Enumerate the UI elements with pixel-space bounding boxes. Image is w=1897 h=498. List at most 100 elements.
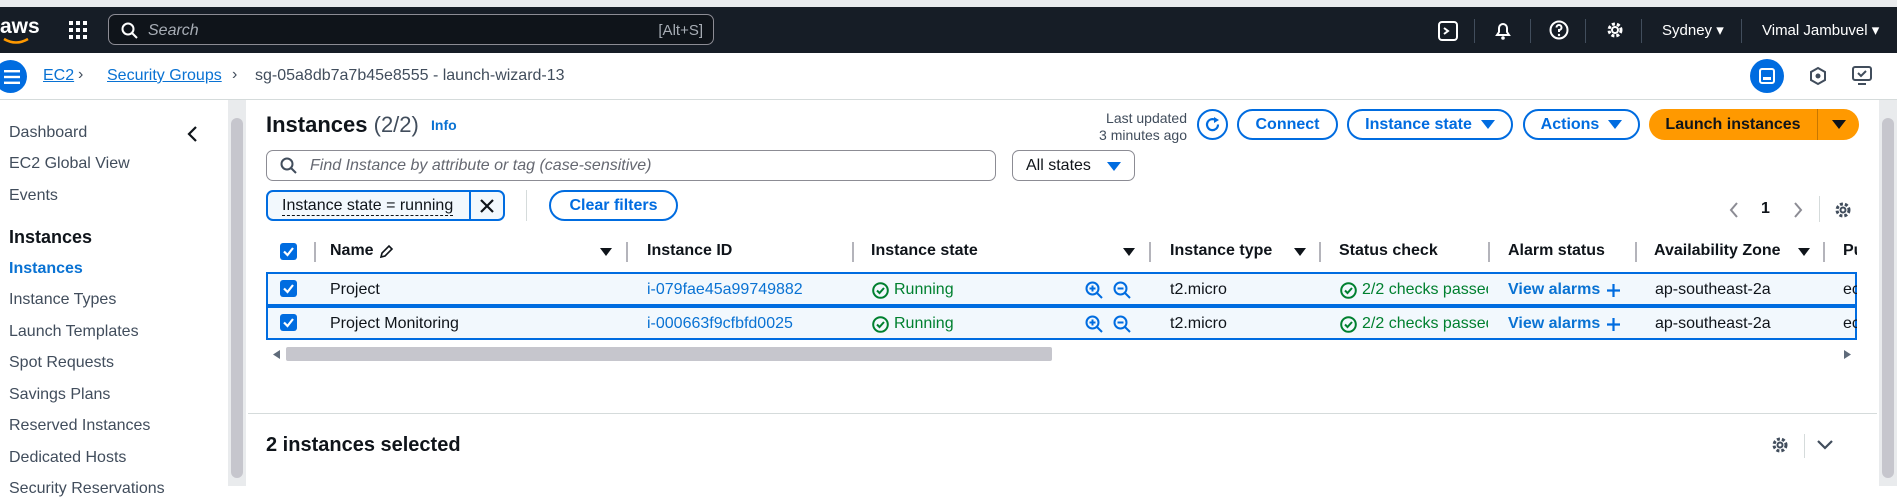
breadcrumb-ec2[interactable]: EC2	[43, 67, 74, 85]
feedback-icon[interactable]	[1808, 66, 1828, 86]
content-scrollbar[interactable]	[1879, 100, 1897, 486]
table-horizontal-scrollbar[interactable]	[266, 345, 1857, 363]
region-label: Sydney	[1662, 22, 1713, 39]
column-separator	[626, 242, 628, 262]
sidebar-item-instance-types[interactable]: Instance Types	[9, 291, 116, 309]
column-separator	[1635, 242, 1637, 262]
sidebar-item-dedicated-hosts[interactable]: Dedicated Hosts	[9, 449, 126, 467]
states-select[interactable]: All states	[1012, 150, 1135, 181]
page-number[interactable]: 1	[1761, 200, 1770, 218]
check-icon	[283, 318, 294, 328]
instance-count: (2/2)	[373, 112, 419, 137]
sidebar-item-dashboard[interactable]: Dashboard	[9, 124, 87, 142]
cell-instance-id-link[interactable]: i-079fae45a99749882	[647, 281, 803, 299]
info-link[interactable]: Info	[431, 117, 457, 133]
column-separator	[1319, 242, 1321, 262]
cloudshell-icon[interactable]	[1438, 21, 1458, 41]
column-header-alarm-status[interactable]: Alarm status	[1508, 242, 1605, 260]
instance-state-button[interactable]: Instance state	[1347, 109, 1513, 140]
column-header-public[interactable]: Pu	[1843, 242, 1857, 260]
cell-instance-type: t2.micro	[1170, 281, 1227, 298]
filter-caret-icon[interactable]	[1294, 248, 1306, 256]
zoom-out-icon[interactable]	[1113, 315, 1131, 333]
sidebar-section-instances[interactable]: Instances	[9, 227, 92, 248]
sidebar-item-spot-requests[interactable]: Spot Requests	[9, 354, 114, 372]
search-icon	[280, 157, 297, 174]
divider	[1474, 19, 1475, 43]
remove-filter-icon[interactable]	[479, 198, 495, 214]
table-row[interactable]: Project Monitoring i-000663f9cfbfd0025 R…	[266, 306, 1857, 340]
filter-caret-icon[interactable]	[1798, 248, 1810, 256]
column-header-instance-id[interactable]: Instance ID	[647, 242, 732, 260]
connect-button[interactable]: Connect	[1237, 109, 1338, 140]
column-header-name[interactable]: Name	[330, 242, 374, 260]
aws-logo[interactable]: aws	[0, 15, 40, 39]
region-selector[interactable]: Sydney ▾	[1662, 21, 1724, 39]
chevron-down-icon[interactable]	[1817, 440, 1833, 450]
preferences-gear-icon[interactable]	[1834, 201, 1852, 219]
sidebar-item-savings-plans[interactable]: Savings Plans	[9, 386, 110, 404]
scroll-thumb[interactable]	[1882, 118, 1894, 478]
zoom-in-icon[interactable]	[1085, 315, 1103, 333]
panel-toggle-button[interactable]	[1750, 59, 1784, 93]
account-menu[interactable]: Vimal Jambuvel ▾	[1762, 21, 1879, 39]
zoom-out-icon[interactable]	[1113, 281, 1131, 299]
bell-icon[interactable]	[1493, 20, 1513, 40]
top-navigation: aws Search [Alt+S] Sydney ▾ Vimal Jambuv…	[0, 7, 1897, 53]
global-search-input[interactable]: Search [Alt+S]	[108, 14, 714, 45]
filter-caret-icon[interactable]	[600, 248, 612, 256]
instance-search-input[interactable]: Find Instance by attribute or tag (case-…	[266, 150, 996, 181]
refresh-icon	[1205, 117, 1220, 132]
row-checkbox[interactable]	[280, 314, 297, 331]
next-page-icon[interactable]	[1793, 202, 1803, 218]
launch-dropdown-button[interactable]	[1818, 120, 1859, 129]
prev-page-icon[interactable]	[1729, 202, 1739, 218]
details-title: 2 instances selected	[266, 434, 461, 456]
tools-panel-icon[interactable]	[1852, 66, 1874, 86]
refresh-button[interactable]	[1197, 109, 1228, 140]
status-check-icon	[1340, 282, 1357, 299]
menu-toggle-button[interactable]	[0, 60, 27, 93]
sidebar-item-instances[interactable]: Instances	[9, 260, 83, 278]
launch-instances-button[interactable]: Launch instances	[1649, 116, 1817, 134]
collapse-sidebar-icon[interactable]	[186, 126, 198, 142]
caret-down-icon	[1608, 120, 1623, 129]
add-alarm-icon[interactable]	[1606, 317, 1621, 332]
sidebar-item-global-view[interactable]: EC2 Global View	[9, 155, 130, 173]
filter-token-label[interactable]: Instance state = running	[282, 197, 454, 216]
sidebar-item-security-reservations[interactable]: Security Reservations	[9, 480, 165, 498]
scroll-right-icon[interactable]	[1844, 350, 1851, 359]
help-icon[interactable]	[1549, 20, 1569, 40]
column-separator	[852, 242, 854, 262]
apps-grid-icon[interactable]	[69, 21, 87, 39]
column-header-instance-state[interactable]: Instance state	[871, 242, 978, 260]
table-row[interactable]: Project i-079fae45a99749882 Running t2.m…	[266, 272, 1857, 306]
details-settings-gear-icon[interactable]	[1771, 436, 1789, 454]
sidebar-scrollbar[interactable]	[228, 100, 246, 486]
cell-instance-id-link[interactable]: i-000663f9cfbfd0025	[647, 315, 793, 333]
column-header-instance-type[interactable]: Instance type	[1170, 242, 1272, 260]
add-alarm-icon[interactable]	[1606, 283, 1621, 298]
scroll-thumb[interactable]	[231, 118, 243, 478]
view-alarms-link[interactable]: View alarms	[1508, 315, 1600, 333]
filter-caret-icon[interactable]	[1123, 248, 1135, 256]
sidebar-item-reserved-instances[interactable]: Reserved Instances	[9, 417, 150, 435]
states-value: All states	[1026, 157, 1091, 174]
column-separator	[1488, 242, 1490, 262]
column-header-availability-zone[interactable]: Availability Zone	[1654, 242, 1781, 260]
user-label: Vimal Jambuvel	[1762, 22, 1868, 39]
clear-filters-button[interactable]: Clear filters	[549, 190, 678, 221]
view-alarms-link[interactable]: View alarms	[1508, 281, 1600, 299]
sidebar-item-launch-templates[interactable]: Launch Templates	[9, 323, 139, 341]
column-header-status-check[interactable]: Status check	[1339, 242, 1438, 260]
last-updated-value: 3 minutes ago	[1099, 127, 1187, 143]
actions-button[interactable]: Actions	[1523, 109, 1640, 140]
settings-gear-icon[interactable]	[1605, 20, 1625, 40]
select-all-checkbox[interactable]	[280, 243, 297, 260]
scroll-thumb[interactable]	[286, 347, 1052, 361]
zoom-in-icon[interactable]	[1085, 281, 1103, 299]
scroll-left-icon[interactable]	[273, 350, 280, 359]
sidebar-item-events[interactable]: Events	[9, 187, 58, 205]
breadcrumb-security-groups[interactable]: Security Groups	[107, 67, 222, 85]
row-checkbox[interactable]	[280, 280, 297, 297]
